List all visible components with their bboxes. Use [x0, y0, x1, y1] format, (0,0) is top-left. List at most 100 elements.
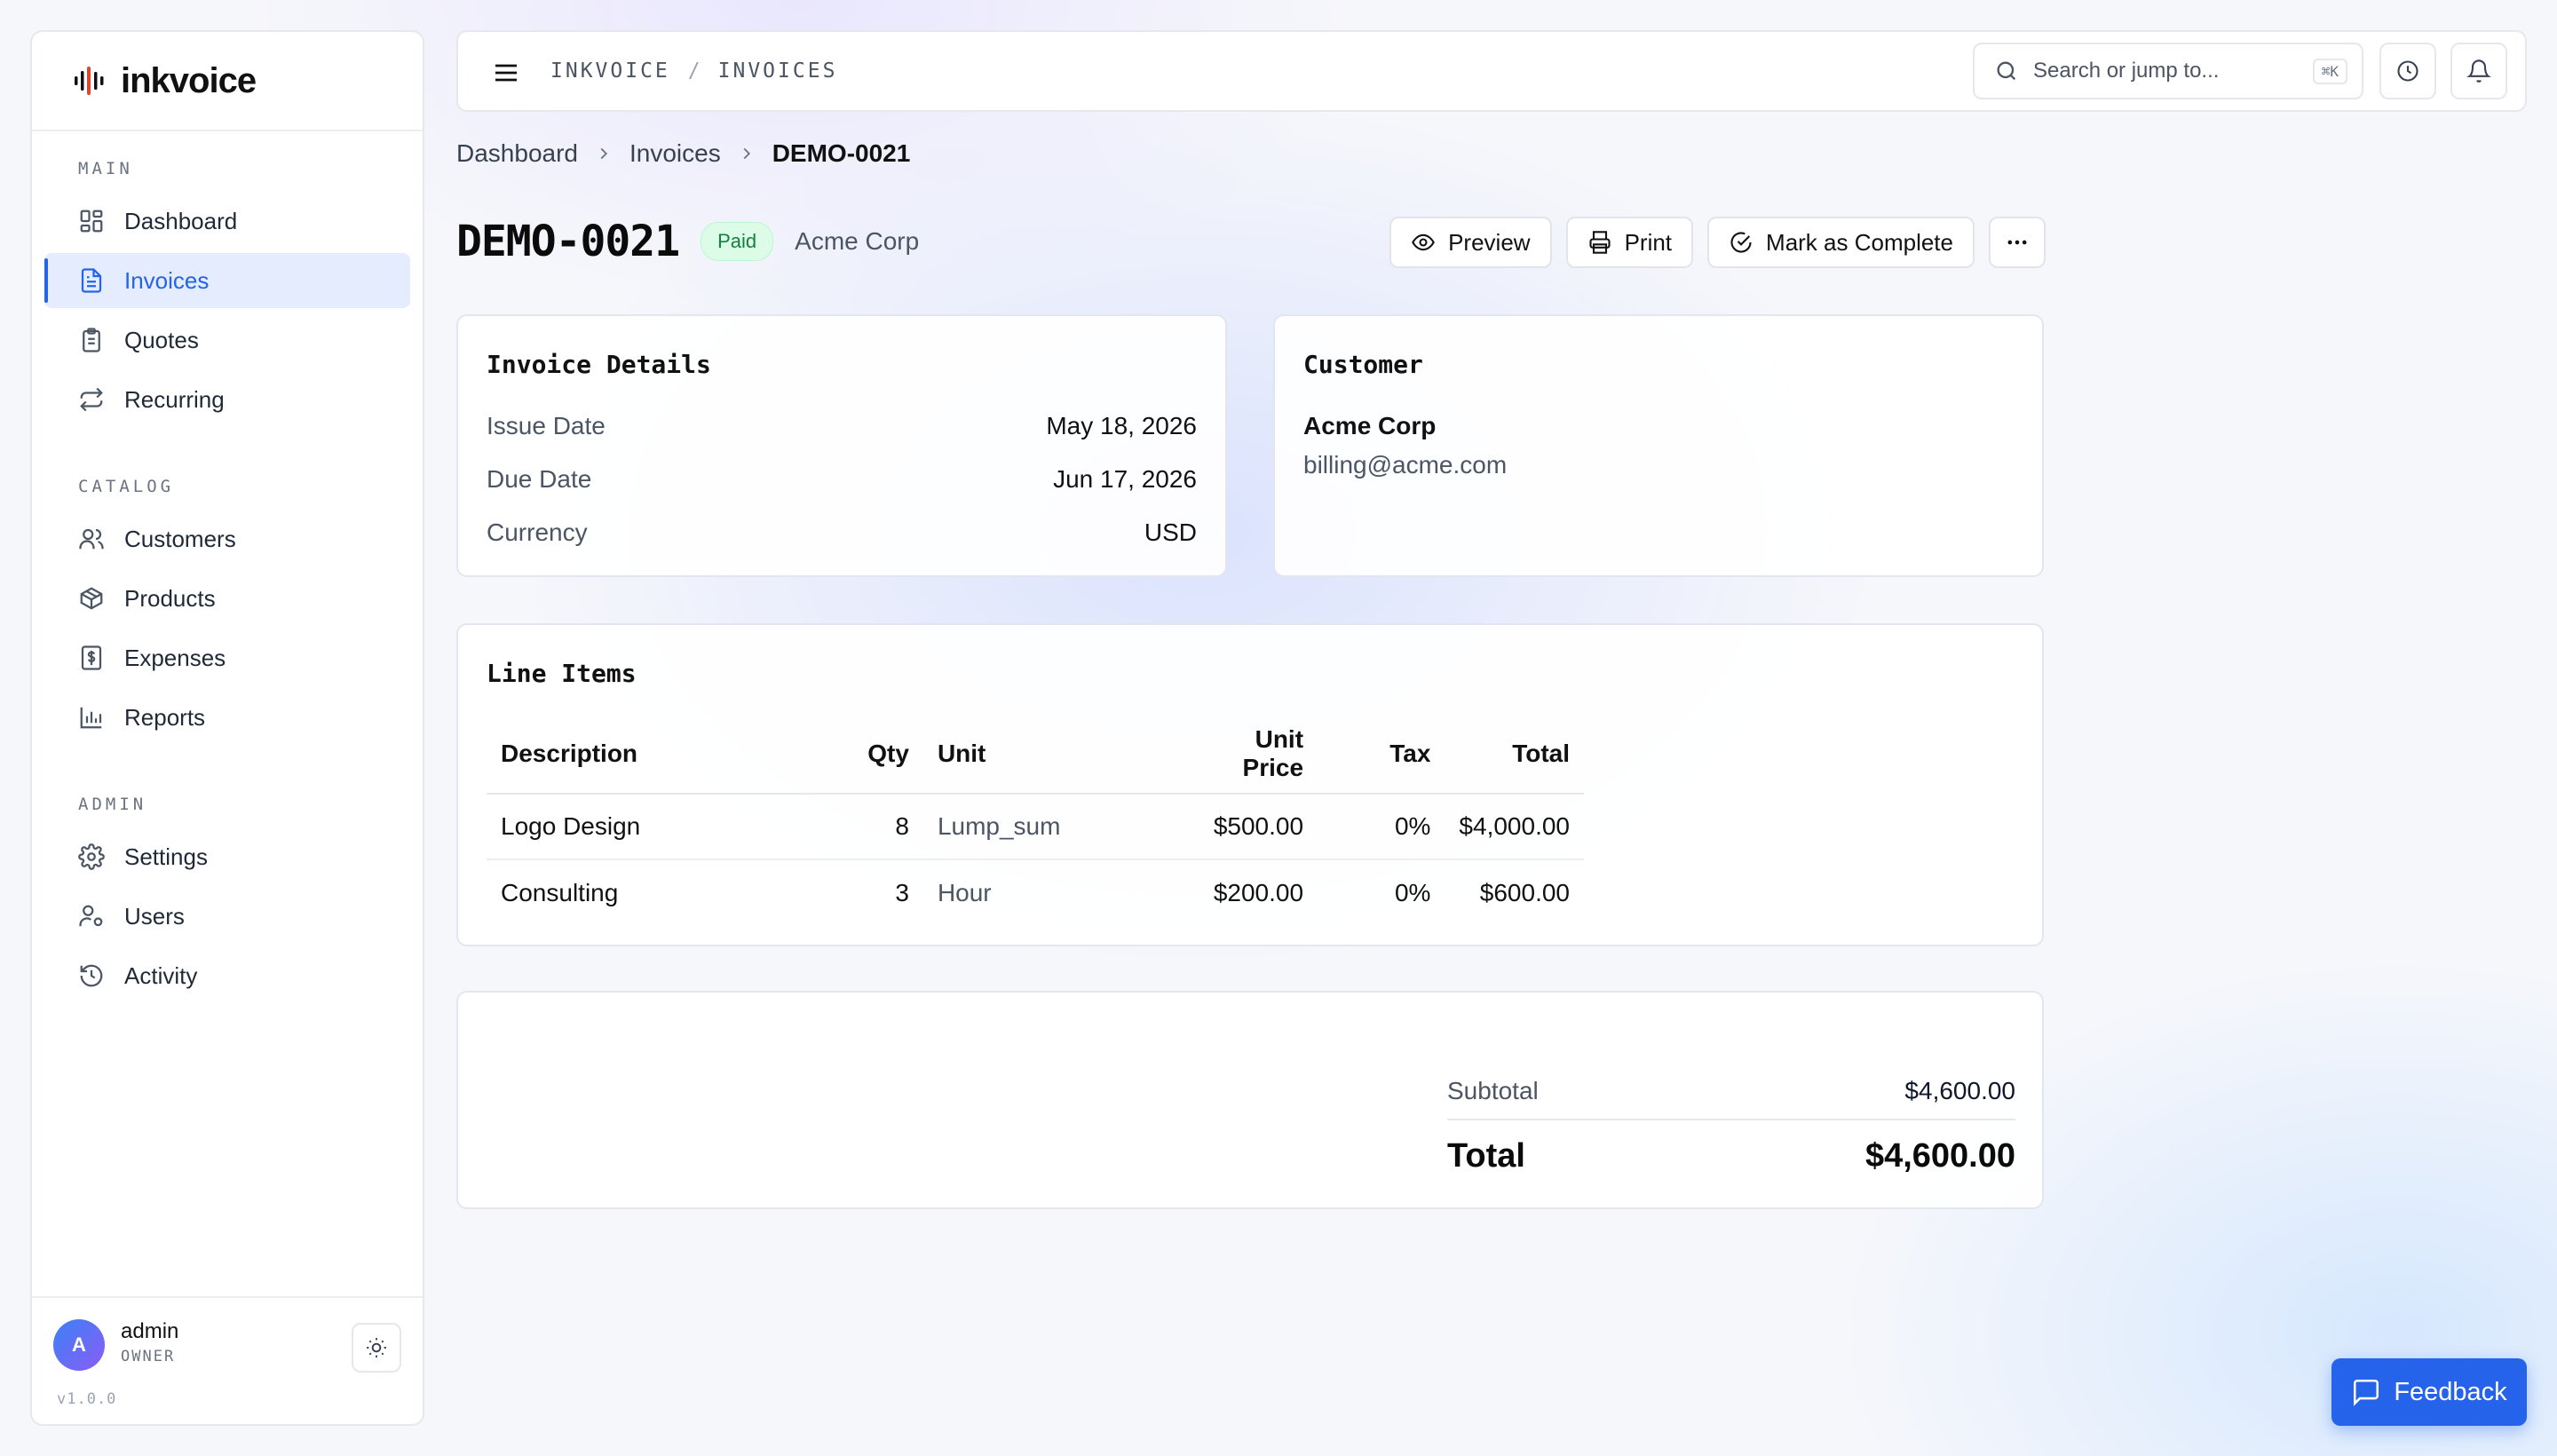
- sidebar-item-settings[interactable]: Settings: [44, 829, 410, 884]
- user-role: OWNER: [121, 1348, 176, 1365]
- nav-section-label: MAIN: [78, 159, 133, 178]
- notifications-button[interactable]: [2450, 43, 2507, 99]
- cell-description: Consulting: [501, 878, 619, 906]
- gear-icon: [78, 843, 105, 870]
- customer-name[interactable]: Acme Corp: [1303, 412, 1436, 440]
- breadcrumb-invoices[interactable]: Invoices: [629, 139, 721, 168]
- sidebar: inkvoice MAIN Dashboard Invoices Quotes …: [30, 30, 424, 1426]
- mark-complete-button[interactable]: Mark as Complete: [1707, 217, 1975, 268]
- sidebar-item-expenses[interactable]: Expenses: [44, 630, 410, 685]
- page-actions: Preview Print Mark as Complete: [1389, 217, 2046, 268]
- customer-email[interactable]: billing@acme.com: [1303, 451, 1507, 479]
- column-header-description: Description: [487, 714, 832, 795]
- bar-chart-icon: [80, 707, 102, 729]
- cell-unit-price: $500.00: [1194, 794, 1318, 860]
- more-actions-button[interactable]: [1989, 217, 2046, 268]
- menu-icon[interactable]: [492, 59, 520, 87]
- sidebar-item-label: Products: [124, 584, 216, 612]
- cell-qty: 3: [895, 878, 909, 906]
- search-icon: [1997, 61, 2016, 81]
- column-header-total: Total: [1445, 714, 1584, 795]
- column-header-qty: Qty: [831, 714, 923, 795]
- topbar-crumb-page[interactable]: INVOICES: [718, 59, 838, 83]
- nav-section-main: MAIN Dashboard Invoices Quotes Recurring: [32, 153, 423, 427]
- users-icon: [79, 528, 104, 550]
- check-circle-icon: [1730, 232, 1752, 253]
- user-name: admin: [121, 1319, 179, 1343]
- card-title: Line Items: [487, 659, 637, 688]
- sidebar-item-quotes[interactable]: Quotes: [44, 313, 410, 368]
- detail-value: May 18, 2026: [1046, 412, 1197, 439]
- breadcrumb-dashboard[interactable]: Dashboard: [456, 139, 578, 168]
- print-button[interactable]: Print: [1565, 217, 1694, 268]
- card-title: Invoice Details: [487, 350, 711, 379]
- header-customer-name: Acme Corp: [795, 227, 920, 255]
- topbar-crumb-root[interactable]: INKVOICE: [550, 59, 670, 83]
- customer-card: Customer Acme Corp billing@acme.com: [1273, 314, 2044, 577]
- detail-label: Currency: [487, 518, 588, 546]
- repeat-icon: [80, 387, 103, 412]
- cell-qty: 8: [831, 794, 923, 860]
- line-items-table: Description Qty Unit Unit Price Tax Tota…: [487, 714, 1584, 925]
- sidebar-item-customers[interactable]: Customers: [44, 511, 410, 566]
- nav-section-catalog: CATALOG Customers Products Expenses Repo…: [32, 471, 423, 745]
- history-icon: [80, 964, 103, 987]
- sun-icon: [367, 1338, 386, 1357]
- receipt-icon: [81, 645, 102, 670]
- feedback-label: Feedback: [2394, 1377, 2507, 1406]
- breadcrumb-current: DEMO-0021: [772, 139, 911, 167]
- sidebar-item-label: Recurring: [124, 385, 225, 413]
- sidebar-item-label: Dashboard: [124, 207, 238, 234]
- search-box[interactable]: ⌘K: [1973, 43, 2363, 99]
- subtotal-value: $4,600.00: [1904, 1077, 2015, 1104]
- totals-card: Subtotal $4,600.00 Total $4,600.00: [456, 991, 2044, 1209]
- sidebar-item-label: Activity: [124, 961, 198, 989]
- detail-row-currency: Currency USD: [487, 518, 1197, 547]
- cell-tax: 0%: [1394, 878, 1431, 906]
- eye-icon: [1412, 233, 1435, 251]
- sidebar-item-label: Expenses: [124, 644, 226, 671]
- mark-complete-button-label: Mark as Complete: [1766, 228, 1953, 256]
- detail-row-issue-date: Issue Date May 18, 2026: [487, 412, 1197, 440]
- sidebar-item-reports[interactable]: Reports: [44, 690, 410, 745]
- brand-name: inkvoice: [121, 60, 257, 100]
- sidebar-item-label: Invoices: [124, 266, 210, 294]
- preview-button[interactable]: Preview: [1389, 217, 1552, 268]
- sidebar-item-products[interactable]: Products: [44, 571, 410, 626]
- recent-button[interactable]: [2379, 43, 2436, 99]
- cell-unit: Hour: [937, 878, 992, 906]
- chevron-right-icon: [743, 147, 750, 160]
- brand[interactable]: inkvoice: [32, 32, 423, 131]
- sidebar-item-users[interactable]: Users: [44, 889, 410, 944]
- total-label: Total: [1447, 1136, 1525, 1175]
- user-cog-icon: [79, 905, 103, 927]
- table-header-row: Description Qty Unit Unit Price Tax Tota…: [487, 714, 1584, 795]
- sidebar-item-dashboard[interactable]: Dashboard: [44, 194, 410, 249]
- theme-toggle-button[interactable]: [352, 1323, 401, 1373]
- subtotal-row: Subtotal $4,600.00: [1447, 1064, 2015, 1120]
- breadcrumb: Dashboard Invoices DEMO-0021: [456, 133, 910, 174]
- column-header-tax: Tax: [1318, 714, 1445, 795]
- column-header-unit: Unit: [922, 714, 1195, 795]
- sidebar-item-activity[interactable]: Activity: [44, 948, 410, 1003]
- print-button-label: Print: [1624, 228, 1673, 256]
- sidebar-item-invoices[interactable]: Invoices: [44, 253, 410, 308]
- cell-tax: 0%: [1318, 794, 1445, 860]
- preview-button-label: Preview: [1448, 228, 1531, 256]
- sidebar-item-recurring[interactable]: Recurring: [44, 372, 410, 427]
- message-square-icon: [2354, 1379, 2379, 1406]
- search-input[interactable]: [2033, 59, 2300, 83]
- nav-section-label: ADMIN: [78, 795, 147, 814]
- feedback-button[interactable]: Feedback: [2331, 1358, 2527, 1426]
- cell-total: $600.00: [1479, 878, 1570, 906]
- sidebar-item-label: Reports: [124, 703, 206, 731]
- detail-label: Issue Date: [487, 412, 606, 439]
- invoice-details-card: Invoice Details Issue Date May 18, 2026 …: [456, 314, 1227, 577]
- topbar-crumb-separator: /: [687, 59, 701, 83]
- box-icon: [80, 587, 103, 610]
- total-row: Total $4,600.00: [1447, 1124, 2015, 1188]
- cell-total: $4,000.00: [1445, 794, 1584, 860]
- chevron-right-icon: [600, 147, 608, 160]
- search-shortcut: ⌘K: [2312, 59, 2347, 84]
- avatar[interactable]: A: [53, 1319, 105, 1371]
